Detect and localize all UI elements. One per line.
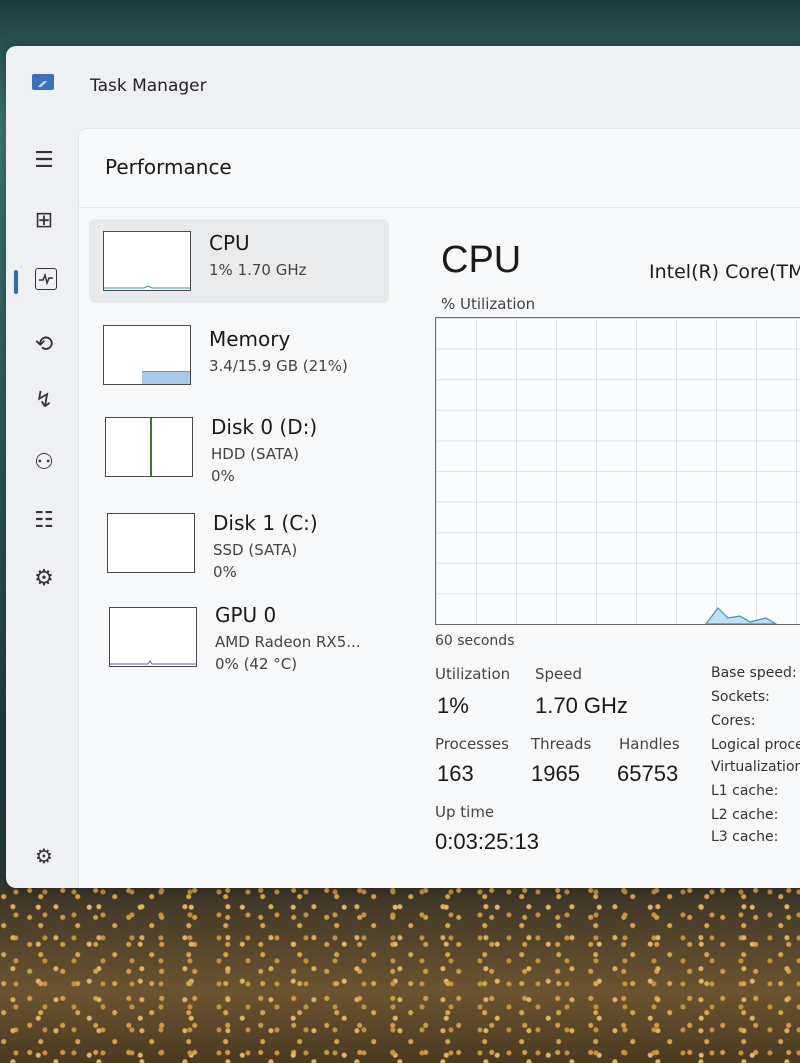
perf-item-disk1[interactable]: Disk 1 (C:) SSD (SATA) 0% [89, 501, 389, 585]
disk1-thumbnail-graph [107, 513, 195, 573]
performance-panel: Performance CPU 1% 1.70 GHz Memory 3.4/1… [78, 128, 800, 888]
perf-item-detail: SSD (SATA) [213, 541, 298, 559]
time-span-label: 60 seconds [435, 633, 515, 649]
disk-activity-spike [150, 418, 152, 476]
perf-item-value: 0% [213, 563, 237, 581]
perf-item-cpu[interactable]: CPU 1% 1.70 GHz [89, 219, 389, 303]
perf-item-name: CPU [209, 231, 250, 255]
services-icon[interactable]: ⚙ [30, 564, 58, 592]
cpu-utilization-graph [435, 317, 800, 625]
uptime-value: 0:03:25:13 [435, 829, 539, 854]
speed-value: 1.70 GHz [535, 693, 628, 718]
perf-item-name: GPU 0 [215, 603, 277, 627]
perf-item-detail: AMD Radeon RX5... [215, 633, 361, 651]
processes-value: 163 [437, 761, 474, 786]
spec-cores-label: Cores: [711, 713, 756, 729]
handles-label: Handles [619, 735, 680, 753]
threads-value: 1965 [531, 761, 580, 786]
perf-item-detail: 1% 1.70 GHz [209, 261, 307, 279]
users-icon[interactable]: ⚇ [30, 448, 58, 476]
active-indicator [14, 270, 18, 294]
perf-item-gpu0[interactable]: GPU 0 AMD Radeon RX5... 0% (42 °C) [89, 595, 389, 679]
processes-icon[interactable]: ⊞ [30, 206, 58, 234]
details-icon[interactable]: ☷ [30, 506, 58, 534]
perf-item-disk0[interactable]: Disk 0 (D:) HDD (SATA) 0% [89, 405, 389, 489]
spec-l3-cache-label: L3 cache: [711, 829, 779, 845]
memory-usage-fill [142, 371, 190, 384]
disk0-thumbnail-graph [105, 417, 193, 477]
task-manager-app-icon [32, 74, 54, 90]
perf-item-value: 0% (42 °C) [215, 655, 298, 673]
perf-item-detail: HDD (SATA) [211, 445, 300, 463]
handles-value: 65753 [617, 761, 679, 786]
divider [79, 207, 800, 208]
task-manager-window: Task Manager ☰ ⊞ ⟲ ↯ ⚇ ☷ ⚙ ⚙ Performance… [6, 46, 800, 888]
hamburger-menu-icon[interactable]: ☰ [30, 146, 58, 174]
utilization-value: 1% [437, 693, 469, 718]
spec-virtualization-label: Virtualization: [711, 759, 800, 775]
spec-base-speed-label: Base speed: [711, 665, 797, 681]
detail-heading: CPU [441, 239, 522, 281]
cpu-model-name: Intel(R) Core(TM [649, 261, 800, 283]
startup-apps-icon[interactable]: ↯ [30, 386, 58, 414]
perf-item-memory[interactable]: Memory 3.4/15.9 GB (21%) [89, 313, 389, 397]
threads-label: Threads [531, 735, 592, 753]
spec-l1-cache-label: L1 cache: [711, 783, 779, 799]
perf-item-name: Disk 1 (C:) [213, 511, 318, 535]
spec-logical-processors-label: Logical proces [711, 737, 800, 753]
performance-icon[interactable] [35, 268, 57, 290]
uptime-label: Up time [435, 803, 495, 821]
processes-label: Processes [435, 735, 509, 753]
window-title: Task Manager [90, 76, 207, 96]
spec-l2-cache-label: L2 cache: [711, 807, 779, 823]
utilization-label: Utilization [435, 665, 511, 683]
settings-icon[interactable]: ⚙ [30, 842, 58, 870]
perf-item-value: 0% [211, 467, 235, 485]
perf-item-detail: 3.4/15.9 GB (21%) [209, 357, 348, 375]
memory-thumbnail-graph [103, 325, 191, 385]
spec-sockets-label: Sockets: [711, 689, 770, 705]
gpu-thumbnail-graph [109, 607, 197, 667]
perf-item-name: Memory [209, 327, 291, 351]
speed-label: Speed [535, 665, 583, 683]
page-title: Performance [105, 155, 232, 179]
graph-label: % Utilization [441, 295, 536, 313]
desk-background [0, 885, 800, 1063]
app-history-icon[interactable]: ⟲ [30, 330, 58, 358]
cpu-thumbnail-graph [103, 231, 191, 291]
perf-item-name: Disk 0 (D:) [211, 415, 318, 439]
